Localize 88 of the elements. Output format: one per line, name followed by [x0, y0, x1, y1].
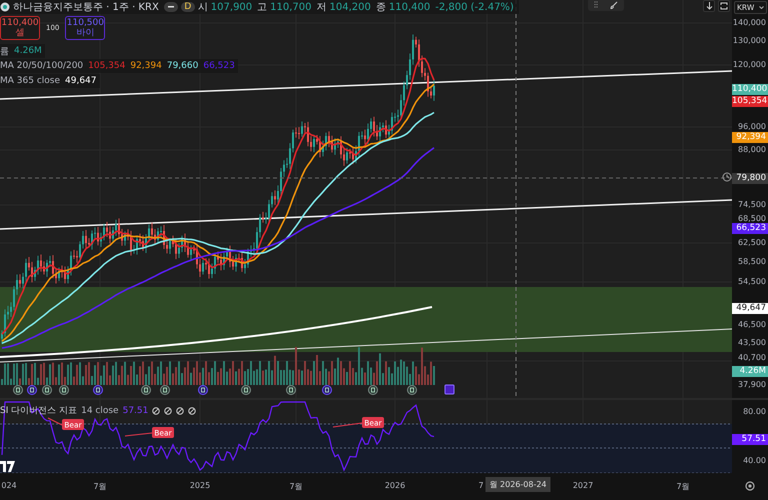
- dividend-icon: [322, 385, 332, 395]
- clock-icon[interactable]: [722, 172, 732, 182]
- price-label: 49,647: [732, 302, 768, 314]
- price-change: -2,800 (-2.47%): [435, 2, 514, 12]
- hidden-icon[interactable]: [176, 406, 184, 414]
- caret-icon: [759, 6, 764, 9]
- earnings-icon: [160, 385, 170, 395]
- price-tick: 40,700: [738, 353, 766, 363]
- rsi-tick: 40.00: [743, 456, 766, 466]
- brush-icon[interactable]: [610, 0, 618, 8]
- drag-handle-icon[interactable]: [594, 1, 598, 8]
- ohlc-value: 107,900: [210, 2, 252, 12]
- indicator-params: 14 close: [81, 406, 119, 416]
- hidden-icon[interactable]: [164, 406, 172, 414]
- price-label: 4.26M: [732, 366, 768, 376]
- ohlc-label: 시: [198, 1, 208, 14]
- price-label: 110,400: [732, 84, 768, 94]
- price-label: 79,800: [732, 172, 768, 184]
- time-label: 2025: [190, 481, 210, 490]
- price-tick: 120,000: [732, 60, 766, 70]
- collapse-icon[interactable]: [164, 2, 178, 12]
- date-tooltip: 월 2026-08-24: [485, 477, 551, 492]
- indicator-value: 57.51: [122, 406, 148, 416]
- buy-button[interactable]: 110,500 바이: [65, 16, 106, 40]
- ohlc-label: 종: [376, 1, 386, 14]
- time-label: 7: [478, 481, 484, 490]
- price-tick: 130,000: [732, 36, 766, 46]
- price-tick: 54,500: [738, 277, 766, 287]
- hidden-icon[interactable]: [188, 406, 196, 414]
- symbol-title: 하나금융지주보통주 · 1주 · KRX: [13, 1, 159, 14]
- ohlc-value: 104,200: [330, 2, 371, 12]
- price-tick: 96,000: [738, 122, 766, 132]
- reset-icon[interactable]: [718, 0, 730, 12]
- earnings-icon: [42, 385, 52, 395]
- indicator-name: MA 365 close: [0, 76, 60, 86]
- earnings-icon: [241, 385, 251, 395]
- price-tick: 43,500: [738, 338, 766, 348]
- earnings-icon: [59, 385, 69, 395]
- earnings-icon: [368, 385, 378, 395]
- earnings-icon: [286, 385, 296, 395]
- price-tick: 140,000: [732, 18, 766, 28]
- ohlc-value: 110,400: [388, 2, 430, 12]
- price-tick: 37,900: [738, 380, 766, 390]
- earnings-icon: [13, 385, 23, 395]
- time-label: 7월: [289, 481, 303, 492]
- time-label: 2026: [384, 481, 406, 490]
- hidden-icon[interactable]: [152, 406, 160, 414]
- interval-label: D: [180, 2, 195, 12]
- symbol-logo-icon: [0, 2, 10, 12]
- rsi-tick: 80.00: [743, 407, 766, 417]
- indicator-name: MA 20/50/100/200: [0, 61, 84, 71]
- divergence-line: [48, 418, 62, 426]
- price-tick: 88,000: [738, 145, 766, 155]
- indicator-value: 105,354: [88, 61, 126, 71]
- indicator-value: 4.26M: [14, 46, 42, 56]
- sell-button[interactable]: 110,400 셀: [0, 16, 40, 40]
- dividend-icon: [198, 385, 208, 395]
- earnings-icon: [141, 385, 151, 395]
- time-label: 024: [1, 481, 17, 490]
- time-label: 7월: [93, 481, 107, 492]
- indicator-value: 79,660: [166, 61, 198, 71]
- rsi-label: 57.51: [732, 434, 768, 445]
- time-label: 2027: [572, 481, 594, 490]
- price-tick: 58,500: [738, 257, 766, 267]
- earnings-icon: [407, 385, 417, 395]
- time-label: 7월: [676, 481, 690, 492]
- ohlc-label: 고: [257, 1, 268, 14]
- price-tick: 68,500: [738, 214, 766, 224]
- price-tick: 46,500: [738, 320, 766, 330]
- indicator-value: 92,394: [130, 61, 162, 71]
- dividend-icon: [27, 385, 37, 395]
- price-tick: 62,500: [738, 238, 766, 248]
- price-label: 92,394: [732, 132, 768, 142]
- price-label: 66,523: [732, 222, 768, 234]
- divergence-line: [124, 432, 152, 436]
- divergence-line: [332, 422, 362, 428]
- indicator-value: 66,523: [203, 61, 235, 71]
- logo-icon: [0, 461, 15, 472]
- indicator-name: 륨: [0, 46, 9, 58]
- price-label: 105,354: [732, 96, 768, 106]
- ohlc-value: 110,700: [270, 2, 312, 12]
- ohlc-label: 저: [316, 1, 327, 14]
- dividend-icon: [93, 385, 103, 395]
- indicator-value: 49,647: [65, 76, 97, 86]
- arrow-down-icon[interactable]: [703, 0, 715, 12]
- price-tick: 74,500: [738, 200, 766, 210]
- event-icon: [444, 384, 454, 394]
- settings-icon[interactable]: [745, 481, 755, 491]
